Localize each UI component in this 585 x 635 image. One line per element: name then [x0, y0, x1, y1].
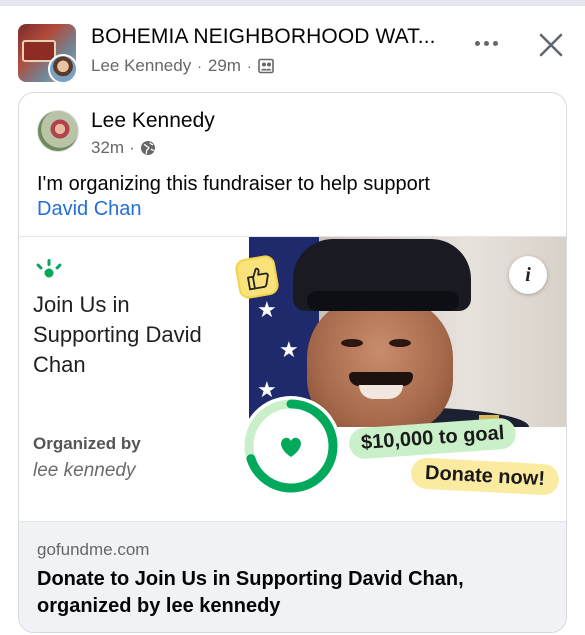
post-body-text: I'm organizing this fundraiser to help s…: [37, 173, 430, 195]
link-title[interactable]: Donate to Join Us in Supporting David Ch…: [37, 566, 552, 620]
group-name[interactable]: BOHEMIA NEIGHBORHOOD WAT...: [91, 25, 436, 49]
poster-name[interactable]: Lee Kennedy: [91, 56, 191, 76]
organizer-name: lee kennedy: [33, 460, 136, 481]
post-header: BOHEMIA NEIGHBORHOOD WAT... Lee Kennedy …: [0, 6, 585, 88]
members-icon: [257, 58, 274, 74]
meta-separator: ·: [197, 58, 202, 74]
shared-separator: ·: [129, 138, 135, 157]
poster-mini-avatar: [48, 54, 76, 82]
gofundme-logo-icon: [33, 257, 65, 281]
link-preview-footer[interactable]: gofundme.com Donate to Join Us in Suppor…: [19, 521, 566, 632]
post-time[interactable]: 29m: [208, 56, 241, 76]
author-avatar[interactable]: [37, 110, 79, 152]
link-domain: gofundme.com: [37, 540, 150, 559]
fundraiser-title: Join Us in Supporting David Chan: [33, 292, 202, 377]
close-icon[interactable]: [536, 30, 566, 60]
more-icon[interactable]: [468, 29, 504, 57]
post-meta: Lee Kennedy · 29m ·: [91, 56, 274, 76]
organized-by-label: Organized by: [33, 434, 141, 453]
group-avatar[interactable]: [18, 24, 76, 82]
donate-now-button[interactable]: Donate now!: [410, 457, 560, 496]
author-meta: 32m ·: [91, 138, 156, 158]
fundraiser-banner[interactable]: Join Us in Supporting David Chan Organiz…: [19, 236, 566, 521]
author-name[interactable]: Lee Kennedy: [91, 109, 215, 133]
meta-separator-2: ·: [246, 58, 252, 74]
thumbs-up-icon: [233, 253, 281, 301]
shared-time[interactable]: 32m: [91, 138, 124, 158]
shared-post-card[interactable]: Lee Kennedy 32m · I'm organizing this fu…: [18, 92, 567, 633]
mention-link[interactable]: David Chan: [37, 198, 142, 221]
globe-icon: [140, 140, 156, 156]
info-icon[interactable]: i: [509, 256, 547, 294]
progress-ring: [239, 394, 343, 498]
